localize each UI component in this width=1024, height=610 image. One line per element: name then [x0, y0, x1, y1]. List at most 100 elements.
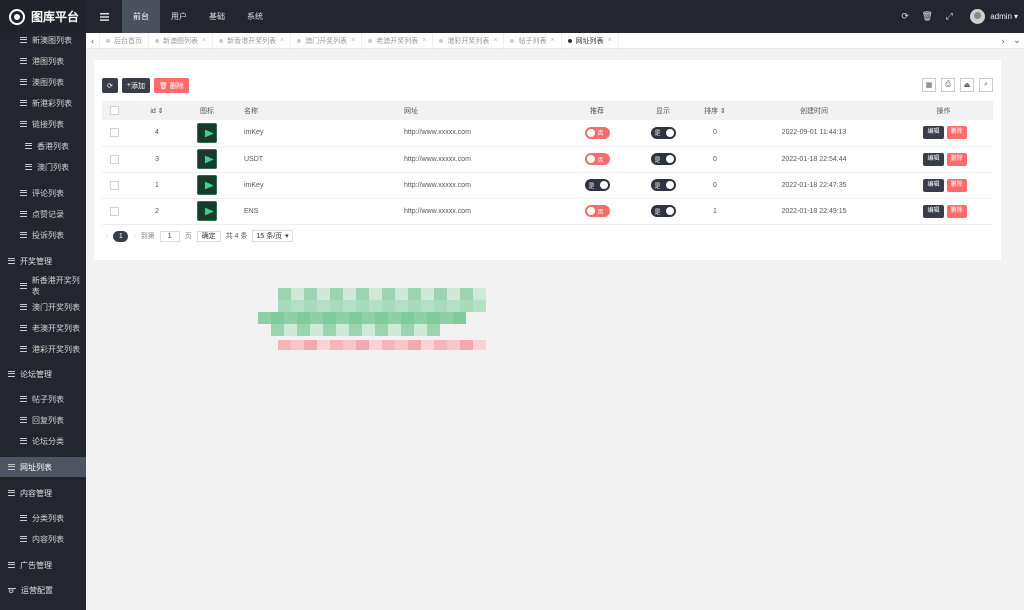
row-checkbox[interactable]: [110, 154, 119, 164]
sort-icon[interactable]: ⇕: [158, 108, 164, 115]
recommend-toggle[interactable]: 否: [584, 205, 610, 217]
next-page-icon[interactable]: ›: [133, 233, 135, 240]
tabs-prev-button[interactable]: ‹: [86, 32, 100, 49]
sidebar-item-label: 港彩开奖列表: [32, 344, 80, 354]
chevron-down-icon[interactable]: ▾: [1014, 12, 1018, 21]
sidebar-item-17[interactable]: 回复列表: [0, 410, 86, 430]
print-icon[interactable]: ⎙: [941, 78, 955, 92]
sidebar-item-20[interactable]: 内容管理: [0, 483, 86, 503]
tab-3[interactable]: 澳门开奖列表 ×: [291, 32, 363, 49]
sidebar-item-13[interactable]: 老澳开奖列表: [0, 318, 86, 338]
show-toggle[interactable]: 是: [650, 153, 676, 165]
close-icon[interactable]: ×: [608, 37, 612, 44]
close-icon[interactable]: ×: [493, 37, 497, 44]
tab-2[interactable]: 新香港开奖列表 ×: [213, 32, 292, 49]
tab-0[interactable]: 后台首页: [100, 32, 149, 49]
fullscreen-icon[interactable]: ⤢: [938, 0, 960, 33]
tab-dot-icon: [368, 38, 373, 43]
tabs-menu-button[interactable]: ⌄: [1010, 33, 1024, 49]
topmenu-users[interactable]: 用户: [160, 0, 198, 33]
refresh-button[interactable]: ⟳: [102, 78, 118, 93]
page-current[interactable]: 1: [113, 230, 129, 242]
toggle-label: 是: [654, 131, 661, 138]
tab-7[interactable]: 网址列表 ×: [562, 32, 619, 49]
topmenu-frontend[interactable]: 前台: [122, 0, 160, 33]
recommend-toggle[interactable]: 否: [584, 126, 610, 139]
username[interactable]: admin: [990, 12, 1012, 21]
confirm-button[interactable]: 确定: [196, 230, 221, 242]
menu-toggle-button[interactable]: [86, 0, 122, 33]
show-toggle[interactable]: 是: [650, 205, 676, 217]
sidebar-item-6[interactable]: 澳门列表: [0, 157, 86, 177]
main-panel: ⟳ + 添加 🗑 删除 ▦ ⎙ ⏏ ⌕ id ⇕ 图标 名称 网址 推荐 显示 排序…: [94, 60, 1001, 260]
sidebar-item-24[interactable]: ⚙ 运营配置: [0, 580, 86, 600]
tab-5[interactable]: 港彩开奖列表 ×: [433, 32, 505, 49]
sidebar-item-5[interactable]: 香港列表: [0, 136, 86, 156]
sidebar-item-9[interactable]: 投诉列表: [0, 225, 86, 245]
sidebar-item-1[interactable]: 港图列表: [0, 51, 86, 71]
edit-button[interactable]: 编辑: [923, 152, 944, 166]
sidebar-item-3[interactable]: 新港彩列表: [0, 93, 86, 113]
recommend-toggle[interactable]: 是: [584, 179, 610, 191]
recommend-toggle[interactable]: 否: [584, 153, 610, 165]
sidebar-item-21[interactable]: 分类列表: [0, 508, 86, 528]
tab-6[interactable]: 帖子列表 ×: [504, 32, 562, 49]
sidebar-item-14[interactable]: 港彩开奖列表: [0, 339, 86, 359]
header-sort[interactable]: 排序: [704, 108, 718, 115]
export-icon[interactable]: ⏏: [960, 78, 974, 92]
avatar[interactable]: [970, 9, 986, 24]
sidebar-item-10[interactable]: 开奖管理: [0, 251, 86, 271]
row-checkbox[interactable]: [110, 206, 119, 216]
row-delete-button[interactable]: 删除: [946, 152, 967, 166]
columns-icon[interactable]: ▦: [922, 78, 936, 92]
show-toggle[interactable]: 是: [650, 179, 676, 191]
search-icon[interactable]: ⌕: [979, 78, 993, 92]
topmenu-system[interactable]: 系统: [236, 0, 274, 33]
header-id[interactable]: id: [150, 108, 155, 115]
row-delete-button[interactable]: 删除: [946, 126, 967, 140]
row-delete-button[interactable]: 删除: [946, 204, 967, 218]
sidebar-item-8[interactable]: 点赞记录: [0, 204, 86, 224]
sidebar-item-2[interactable]: 澳图列表: [0, 72, 86, 92]
prev-page-icon[interactable]: ‹: [106, 233, 108, 240]
sidebar-item-15[interactable]: 论坛管理: [0, 364, 86, 384]
sidebar-item-11[interactable]: 新香港开奖列表: [0, 276, 86, 296]
row-delete-button[interactable]: 删除: [946, 178, 967, 192]
close-icon[interactable]: ×: [202, 37, 206, 44]
close-icon[interactable]: ×: [422, 37, 426, 44]
sidebar-item-0[interactable]: 新澳图列表: [0, 30, 86, 50]
topmenu-basic[interactable]: 基础: [198, 0, 236, 33]
cell-created: 2022-01-18 22:54:44: [734, 146, 894, 173]
blur-pixel: [362, 324, 375, 336]
edit-button[interactable]: 编辑: [923, 126, 944, 140]
sidebar-item-18[interactable]: 论坛分类: [0, 431, 86, 451]
edit-button[interactable]: 编辑: [923, 204, 944, 218]
refresh-icon[interactable]: ⟳: [894, 0, 916, 33]
select-all-checkbox[interactable]: [110, 106, 119, 115]
close-icon[interactable]: ×: [351, 37, 355, 44]
sidebar-item-4[interactable]: 链接列表: [0, 114, 86, 134]
tab-4[interactable]: 老澳开奖列表 ×: [362, 32, 434, 49]
sidebar-item-label: 澳门开奖列表: [32, 302, 80, 312]
sort-icon[interactable]: ⇕: [720, 108, 726, 115]
delete-button[interactable]: 🗑 删除: [153, 78, 189, 93]
row-checkbox[interactable]: [110, 180, 119, 190]
sidebar-item-23[interactable]: 广告管理: [0, 555, 86, 575]
sidebar-item-19[interactable]: 网址列表: [0, 457, 86, 477]
row-checkbox[interactable]: [110, 128, 119, 138]
page-input[interactable]: 1: [159, 230, 180, 242]
tab-1[interactable]: 新澳图列表 ×: [149, 32, 214, 49]
sidebar-item-7[interactable]: 评论列表: [0, 183, 86, 203]
sidebar-item-22[interactable]: 内容列表: [0, 529, 86, 549]
edit-button[interactable]: 编辑: [923, 178, 944, 192]
tabs-next-button[interactable]: ›: [996, 33, 1010, 49]
close-icon[interactable]: ×: [280, 37, 284, 44]
blur-pixel: [434, 300, 447, 312]
sidebar-item-12[interactable]: 澳门开奖列表: [0, 297, 86, 317]
close-icon[interactable]: ×: [550, 37, 554, 44]
per-page-select[interactable]: 15 条/页 ▾: [252, 230, 293, 242]
sidebar-item-16[interactable]: 帖子列表: [0, 389, 86, 409]
show-toggle[interactable]: 是: [650, 126, 676, 139]
trash-icon[interactable]: 🗑: [916, 0, 938, 33]
add-button[interactable]: + 添加: [121, 78, 150, 93]
